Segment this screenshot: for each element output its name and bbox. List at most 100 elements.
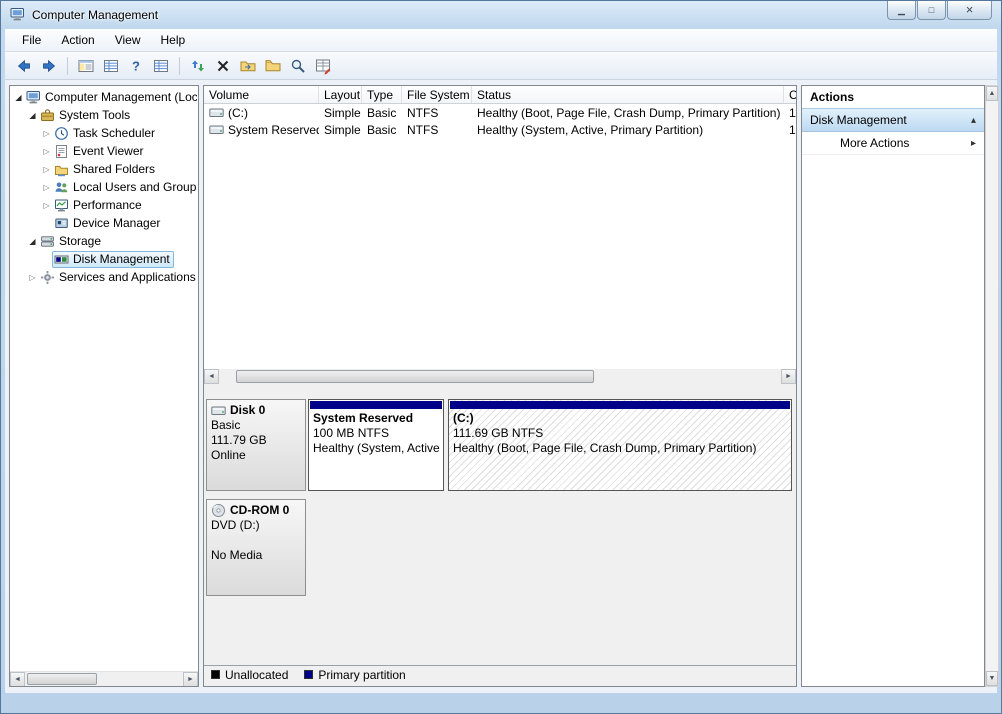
export-list-button[interactable] bbox=[99, 54, 123, 77]
volume-row-c[interactable]: (C:)SimpleBasicNTFSHealthy (Boot, Page F… bbox=[204, 104, 796, 121]
cell-type: Basic bbox=[362, 104, 402, 121]
computer-icon bbox=[26, 90, 41, 105]
titlebar: Computer Management ▁□× bbox=[1, 1, 1001, 29]
maximize-button[interactable]: □ bbox=[917, 1, 946, 20]
refresh-button[interactable] bbox=[186, 54, 210, 77]
cell-file-system: NTFS bbox=[402, 121, 472, 138]
scroll-thumb[interactable] bbox=[27, 673, 97, 685]
disk-info-line: Online bbox=[211, 448, 301, 463]
disk-info-line: DVD (D:) bbox=[211, 518, 301, 533]
minimize-button[interactable]: ▁ bbox=[887, 1, 916, 20]
partition-system-reserved[interactable]: System Reserved100 MB NTFSHealthy (Syste… bbox=[308, 399, 444, 491]
collapsed-expander-icon[interactable]: ▷ bbox=[41, 165, 52, 174]
collapsed-expander-icon[interactable]: ▷ bbox=[41, 129, 52, 138]
tree-node: Services and Applications bbox=[38, 269, 197, 286]
search-icon bbox=[289, 57, 307, 75]
folder-icon bbox=[264, 57, 282, 75]
tree-item-event-viewer[interactable]: ▷Event Viewer bbox=[11, 142, 197, 160]
tree-horizontal-scrollbar[interactable]: ◄ ► bbox=[10, 671, 198, 686]
scroll-track[interactable] bbox=[25, 672, 183, 686]
properties-button[interactable] bbox=[311, 54, 335, 77]
partition-c[interactable]: (C:)111.69 GB NTFSHealthy (Boot, Page Fi… bbox=[448, 399, 792, 491]
help-button[interactable]: ? bbox=[124, 54, 148, 77]
tree-item-services-and-applications[interactable]: ▷Services and Applications bbox=[11, 268, 197, 286]
export-list-icon bbox=[102, 57, 120, 75]
close-button[interactable]: × bbox=[947, 1, 992, 20]
disk-header-cd-rom-0[interactable]: CD-ROM 0DVD (D:) No Media bbox=[206, 499, 306, 596]
column-header-status[interactable]: Status bbox=[472, 86, 784, 103]
tree-item-device-manager[interactable]: Device Manager bbox=[11, 214, 197, 232]
volume-list-body: (C:)SimpleBasicNTFSHealthy (Boot, Page F… bbox=[204, 104, 796, 138]
tree-node-label: Shared Folders bbox=[73, 162, 155, 176]
cell-c: 11 bbox=[784, 104, 797, 121]
legend-item-primary-partition: Primary partition bbox=[304, 668, 405, 682]
tree-item-disk-management[interactable]: Disk Management bbox=[11, 250, 197, 268]
tree-item-computer-management-local[interactable]: ◢Computer Management (Local bbox=[11, 88, 197, 106]
folder-button[interactable] bbox=[261, 54, 285, 77]
expanded-expander-icon[interactable]: ◢ bbox=[27, 237, 38, 246]
scroll-track[interactable] bbox=[219, 369, 781, 384]
volume-row-system-reserved[interactable]: System ReservedSimpleBasicNTFSHealthy (S… bbox=[204, 121, 796, 138]
menu-item-view[interactable]: View bbox=[105, 30, 151, 51]
tree-node: Device Manager bbox=[52, 215, 164, 232]
cell-layout: Simple bbox=[319, 121, 362, 138]
action-more-actions[interactable]: More Actions▸ bbox=[802, 132, 984, 155]
partition-size: 111.69 GB NTFS bbox=[449, 426, 791, 441]
volume-list-horizontal-scrollbar[interactable]: ◄ ► bbox=[204, 369, 796, 384]
action-disk-management[interactable]: Disk Management▴ bbox=[802, 108, 984, 132]
tree-item-performance[interactable]: ▷Performance bbox=[11, 196, 197, 214]
disk-header-disk-0[interactable]: Disk 0Basic111.79 GBOnline bbox=[206, 399, 306, 491]
expanded-expander-icon[interactable]: ◢ bbox=[27, 111, 38, 120]
volume-icon bbox=[209, 124, 224, 136]
column-header-file-system[interactable]: File System bbox=[402, 86, 472, 103]
scroll-left-button[interactable]: ◄ bbox=[204, 369, 219, 384]
search-button[interactable] bbox=[286, 54, 310, 77]
cdrom-icon bbox=[211, 503, 226, 518]
tree-node: Computer Management (Local bbox=[24, 89, 197, 106]
scroll-up-button[interactable]: ▲ bbox=[986, 86, 998, 101]
open-folder-button[interactable] bbox=[236, 54, 260, 77]
collapsed-expander-icon[interactable]: ▷ bbox=[41, 201, 52, 210]
cell-file-system: NTFS bbox=[402, 104, 472, 121]
delete-icon bbox=[214, 57, 232, 75]
menu-item-action[interactable]: Action bbox=[51, 30, 104, 51]
column-header-layout[interactable]: Layout bbox=[319, 86, 362, 103]
tree-item-local-users-and-groups[interactable]: ▷Local Users and Groups bbox=[11, 178, 197, 196]
column-header-volume[interactable]: Volume bbox=[204, 86, 319, 103]
window-buttons: ▁□× bbox=[886, 1, 992, 20]
legend: Unallocated Primary partition bbox=[204, 665, 796, 683]
collapsed-expander-icon[interactable]: ▷ bbox=[41, 147, 52, 156]
collapsed-expander-icon[interactable]: ▷ bbox=[27, 273, 38, 282]
legend-item-unallocated: Unallocated bbox=[211, 668, 288, 682]
forward-button[interactable] bbox=[37, 54, 61, 77]
tree-item-task-scheduler[interactable]: ▷Task Scheduler bbox=[11, 124, 197, 142]
properties-window-icon bbox=[152, 57, 170, 75]
show-hide-console-tree-button[interactable] bbox=[74, 54, 98, 77]
expanded-expander-icon[interactable]: ◢ bbox=[13, 93, 24, 102]
tree-item-system-tools[interactable]: ◢System Tools bbox=[11, 106, 197, 124]
scroll-thumb[interactable] bbox=[236, 370, 594, 383]
column-header-c[interactable]: C bbox=[784, 86, 797, 103]
vertical-scrollbar[interactable]: ▲ ▼ bbox=[985, 85, 999, 687]
scroll-right-button[interactable]: ► bbox=[781, 369, 796, 384]
disk-management-icon bbox=[54, 252, 69, 267]
back-button[interactable] bbox=[12, 54, 36, 77]
properties-icon bbox=[314, 57, 332, 75]
tree-item-shared-folders[interactable]: ▷ Shared Folders bbox=[11, 160, 197, 178]
scroll-right-button[interactable]: ► bbox=[183, 672, 198, 687]
tree-item-storage[interactable]: ◢Storage bbox=[11, 232, 197, 250]
scroll-left-button[interactable]: ◄ bbox=[10, 672, 25, 687]
scroll-track[interactable] bbox=[986, 101, 998, 671]
menu-item-file[interactable]: File bbox=[12, 30, 51, 51]
disk-name: Disk 0 bbox=[230, 403, 265, 418]
scroll-down-button[interactable]: ▼ bbox=[986, 671, 998, 686]
open-folder-icon bbox=[239, 57, 257, 75]
menu-item-help[interactable]: Help bbox=[151, 30, 196, 51]
delete-button[interactable] bbox=[211, 54, 235, 77]
collapsed-expander-icon[interactable]: ▷ bbox=[41, 183, 52, 192]
column-header-type[interactable]: Type bbox=[362, 86, 402, 103]
chevron-up-icon[interactable]: ▴ bbox=[971, 115, 976, 126]
chevron-right-icon[interactable]: ▸ bbox=[971, 138, 976, 149]
users-icon bbox=[54, 180, 69, 195]
properties-window-button[interactable] bbox=[149, 54, 173, 77]
